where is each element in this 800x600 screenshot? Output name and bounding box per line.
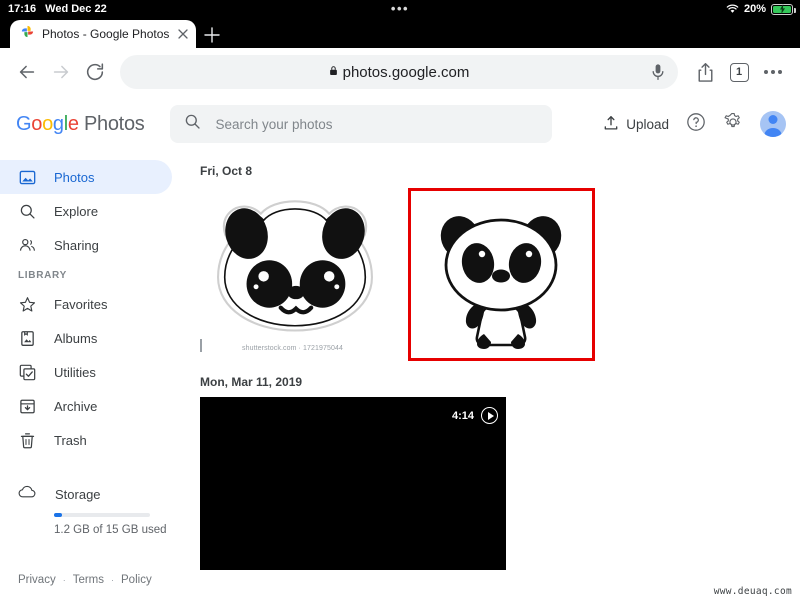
panda-face-sticker-photo[interactable]: shutterstock.com · 1721975044 (200, 188, 390, 358)
status-bar-time: 17:16 (8, 3, 36, 15)
sidebar: Photos Explore (0, 152, 186, 600)
header-actions: Upload (603, 111, 786, 137)
album-icon (18, 329, 36, 347)
date-header: Mon, Mar 11, 2019 (200, 375, 800, 389)
sidebar-item-label: Explore (54, 204, 98, 219)
video-meta: 4:14 (452, 407, 498, 424)
search-icon (184, 113, 201, 135)
google-photos-page: Google Photos Search your photos (0, 96, 800, 600)
upload-icon (603, 115, 619, 134)
sidebar-item-label: Favorites (54, 297, 107, 312)
trash-icon (18, 431, 36, 449)
lock-icon (329, 63, 338, 81)
sidebar-item-trash[interactable]: Trash (0, 423, 172, 457)
share-button[interactable] (688, 55, 722, 89)
video-thumbnail[interactable]: 4:14 (200, 397, 506, 570)
status-bar-right: 20% (726, 3, 793, 15)
sidebar-library-label: LIBRARY (0, 270, 186, 281)
photo-edge-marker (200, 339, 202, 352)
google-photos-pinwheel-icon (20, 24, 35, 44)
sidebar-item-favorites[interactable]: Favorites (0, 287, 172, 321)
browser-tab-active[interactable]: Photos - Google Photos (10, 20, 196, 48)
sidebar-footer-links: Privacy · Terms · Policy (18, 574, 152, 586)
sidebar-item-label: Sharing (54, 238, 99, 253)
tab-count-label: 1 (730, 63, 749, 82)
search-input[interactable]: Search your photos (170, 105, 552, 143)
sidebar-item-label: Albums (54, 331, 97, 346)
sidebar-item-label: Archive (54, 399, 97, 414)
separator-dot: · (111, 575, 114, 585)
battery-percent-label: 20% (744, 3, 766, 15)
video-duration-label: 4:14 (452, 410, 474, 422)
search-icon (18, 202, 36, 220)
logo-letter-o1: o (31, 113, 42, 135)
sidebar-item-label: Utilities (54, 365, 96, 380)
avatar[interactable] (760, 111, 786, 137)
sidebar-item-label: Photos (54, 170, 94, 185)
sidebar-item-label: Trash (54, 433, 87, 448)
sidebar-item-sharing[interactable]: Sharing (0, 228, 172, 262)
separator-dot: · (63, 575, 66, 585)
policy-link[interactable]: Policy (121, 574, 152, 586)
gear-icon[interactable] (723, 112, 743, 137)
sidebar-item-archive[interactable]: Archive (0, 389, 172, 423)
google-photos-logo[interactable]: Google Photos (16, 113, 144, 136)
cloud-icon (18, 485, 37, 504)
tab-count-button[interactable]: 1 (722, 55, 756, 89)
more-horizontal-icon[interactable] (756, 55, 790, 89)
photo-watermark: shutterstock.com · 1721975044 (242, 345, 343, 352)
sidebar-item-utilities[interactable]: Utilities (0, 355, 172, 389)
microphone-icon[interactable] (650, 63, 666, 81)
storage-progress-fill (54, 513, 62, 517)
storage-section[interactable]: Storage 1.2 GB of 15 GB used (0, 485, 186, 536)
page-body: Photos Explore (0, 152, 800, 600)
archive-icon (18, 397, 36, 415)
help-circle-icon[interactable] (686, 112, 706, 137)
google-photos-header: Google Photos Search your photos (0, 96, 800, 152)
photo-icon (18, 168, 36, 186)
address-bar-url: photos.google.com (343, 64, 470, 81)
utilities-icon (18, 363, 36, 381)
logo-letter-g: G (16, 113, 31, 135)
browser-toolbar: photos.google.com 1 (0, 48, 800, 96)
status-bar-date: Wed Dec 22 (45, 3, 107, 15)
star-icon (18, 295, 36, 313)
forward-button[interactable] (44, 55, 78, 89)
sidebar-item-albums[interactable]: Albums (0, 321, 172, 355)
logo-letter-e: e (68, 113, 79, 135)
upload-button[interactable]: Upload (603, 115, 669, 134)
play-circle-icon[interactable] (481, 407, 498, 424)
storage-used-label: 1.2 GB of 15 GB used (54, 524, 186, 536)
storage-progress-bar (54, 513, 150, 517)
ipad-browser-screenshot: 17:16 Wed Dec 22 ••• 20% (0, 0, 800, 600)
ios-status-bar: 17:16 Wed Dec 22 ••• 20% (0, 0, 800, 18)
logo-letter-o2: o (42, 113, 53, 135)
privacy-link[interactable]: Privacy (18, 574, 56, 586)
storage-title: Storage (55, 487, 101, 502)
browser-tab-strip: Photos - Google Photos (0, 18, 800, 48)
logo-product-name: Photos (84, 113, 144, 135)
reload-button[interactable] (78, 55, 112, 89)
photo-grid: Fri, Oct 8 (186, 152, 800, 600)
status-bar-left: 17:16 Wed Dec 22 (8, 3, 107, 15)
date-header: Fri, Oct 8 (200, 164, 800, 178)
browser-tab-title: Photos - Google Photos (42, 27, 169, 41)
search-placeholder: Search your photos (215, 117, 332, 132)
logo-letter-g2: g (53, 113, 64, 135)
wifi-icon (726, 4, 739, 14)
close-icon[interactable] (176, 27, 190, 41)
upload-label: Upload (626, 117, 669, 132)
terms-link[interactable]: Terms (73, 574, 104, 586)
new-tab-button[interactable] (202, 25, 222, 45)
photo-row: shutterstock.com · 1721975044 (200, 188, 800, 363)
battery-charging-icon (771, 4, 793, 15)
people-icon (18, 236, 36, 254)
sidebar-item-photos[interactable]: Photos (0, 160, 172, 194)
status-bar-center-dots: ••• (391, 6, 409, 12)
page-watermark: www.deuaq.com (714, 586, 792, 597)
panda-body-photo[interactable] (408, 188, 598, 363)
back-button[interactable] (10, 55, 44, 89)
address-bar[interactable]: photos.google.com (120, 55, 678, 89)
sidebar-item-explore[interactable]: Explore (0, 194, 172, 228)
